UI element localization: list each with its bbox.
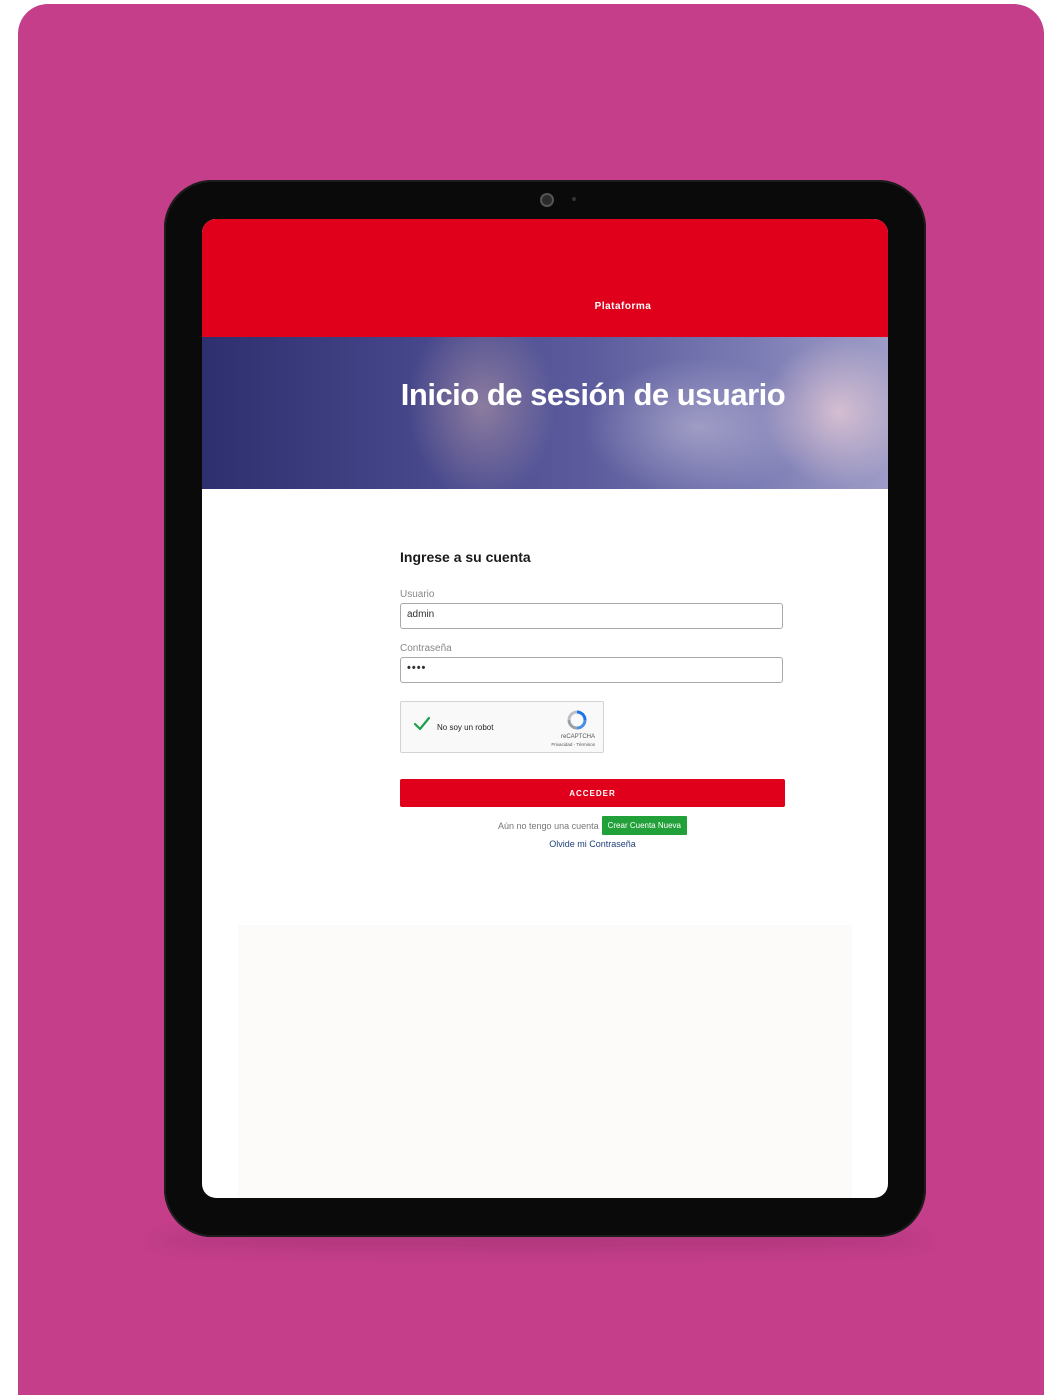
recaptcha-brand: reCAPTCHA <box>560 734 595 740</box>
password-label: Contraseña <box>400 643 452 654</box>
recaptcha-terms-link[interactable]: Privacidad - Términos <box>551 742 595 747</box>
create-account-row: Aún no tengo una cuenta Crear Cuenta Nue… <box>400 816 785 835</box>
page-title: Inicio de sesión de usuario <box>400 377 786 412</box>
hero-photo-man <box>407 337 557 489</box>
forgot-password-link[interactable]: Olvide mi Contraseña <box>400 839 785 849</box>
content-panel <box>238 925 852 1198</box>
tablet-frame: Plataforma Inicio de sesión de usuario I… <box>164 180 926 1237</box>
password-input[interactable]: •••• <box>400 657 783 683</box>
recaptcha-logo-icon <box>567 710 587 730</box>
recaptcha-widget[interactable]: No soy un robot reCAPTCHA Privacidad - T… <box>400 701 604 753</box>
no-account-text: Aún no tengo una cuenta <box>498 820 599 831</box>
top-header-bar: Plataforma <box>202 219 888 337</box>
camera-icon <box>540 193 554 207</box>
platform-brand-link[interactable]: Plataforma <box>202 301 888 312</box>
create-account-button[interactable]: Crear Cuenta Nueva <box>601 816 687 835</box>
login-heading: Ingrese a su cuenta <box>400 549 531 565</box>
sensor-dot <box>572 197 576 201</box>
checkmark-icon[interactable] <box>413 715 431 733</box>
submit-button[interactable]: ACCEDER <box>400 779 785 807</box>
recaptcha-label: No soy un robot <box>437 723 494 732</box>
username-input[interactable]: admin <box>400 603 783 629</box>
tablet-screen: Plataforma Inicio de sesión de usuario I… <box>202 219 888 1198</box>
hero-banner: Inicio de sesión de usuario <box>202 337 888 489</box>
login-form: Ingrese a su cuenta Usuario admin Contra… <box>400 549 785 849</box>
username-label: Usuario <box>400 589 435 600</box>
